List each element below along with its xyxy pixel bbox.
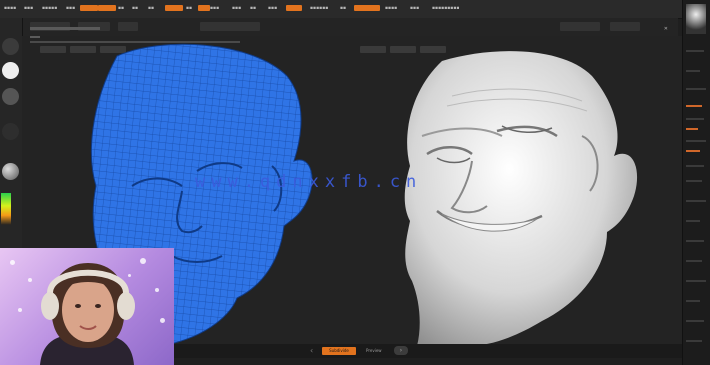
menu-item[interactable]: ▪▪ — [186, 6, 192, 11]
preview-button[interactable]: Preview — [366, 348, 382, 353]
stroke-icon[interactable] — [2, 62, 19, 79]
menu-item[interactable]: ▪▪▪ — [210, 6, 219, 11]
menu-item[interactable]: ▪▪▪▪▪ — [42, 6, 57, 11]
watermark-text: www.qdnxxfb.cn — [195, 172, 423, 192]
menu-item[interactable]: ▪▪▪ — [410, 6, 419, 11]
chevron-right-icon[interactable]: › — [394, 346, 408, 355]
menu-bar: ▪▪▪▪ ▪▪▪ ▪▪▪▪▪ ▪▪▪ ▪▪ ▪▪ ▪▪ ▪▪ ▪▪▪ ▪▪▪ ▪… — [0, 0, 710, 19]
menu-item[interactable]: ▪▪▪ — [24, 6, 33, 11]
sculpt-head-model[interactable] — [404, 51, 638, 346]
menu-item[interactable]: ▪▪▪▪ — [385, 6, 397, 11]
menu-item[interactable]: ▪▪▪ — [268, 6, 277, 11]
presenter-avatar — [40, 263, 135, 365]
color-picker[interactable] — [1, 193, 11, 225]
menu-item[interactable]: ▪▪▪ — [232, 6, 241, 11]
texture-icon[interactable] — [2, 123, 19, 140]
menu-item-active[interactable] — [165, 5, 183, 11]
menu-item[interactable]: ▪▪ — [118, 6, 124, 11]
webcam-overlay — [0, 248, 174, 365]
menu-item[interactable]: ▪▪ — [148, 6, 154, 11]
menu-item[interactable]: ▪▪ — [250, 6, 256, 11]
chevron-left-icon[interactable]: ‹ — [310, 346, 313, 355]
bottom-bar — [174, 344, 682, 358]
menu-item-active[interactable] — [80, 5, 98, 11]
menu-item-active[interactable] — [286, 5, 302, 11]
menu-item-active[interactable] — [98, 5, 116, 11]
menu-item[interactable]: ▪▪ — [132, 6, 138, 11]
menu-item[interactable]: ▪▪▪▪ — [4, 6, 16, 11]
brush-icon[interactable] — [2, 38, 19, 55]
menu-item[interactable]: ▪▪ — [340, 6, 346, 11]
right-palette — [682, 0, 710, 365]
menu-item[interactable]: ▪▪▪▪▪▪ — [310, 6, 328, 11]
menu-item-active[interactable] — [354, 5, 380, 11]
menu-item[interactable]: ▪▪▪▪▪▪▪▪▪ — [432, 6, 459, 11]
menu-item-active[interactable] — [198, 5, 210, 11]
subdivide-button[interactable]: Subdivide — [322, 347, 356, 355]
material-icon[interactable] — [2, 163, 19, 180]
alpha-icon[interactable] — [2, 88, 19, 105]
model-thumbnail[interactable] — [686, 4, 706, 34]
menu-item[interactable]: ▪▪▪ — [66, 6, 75, 11]
close-icon[interactable]: ✕ — [664, 26, 668, 32]
